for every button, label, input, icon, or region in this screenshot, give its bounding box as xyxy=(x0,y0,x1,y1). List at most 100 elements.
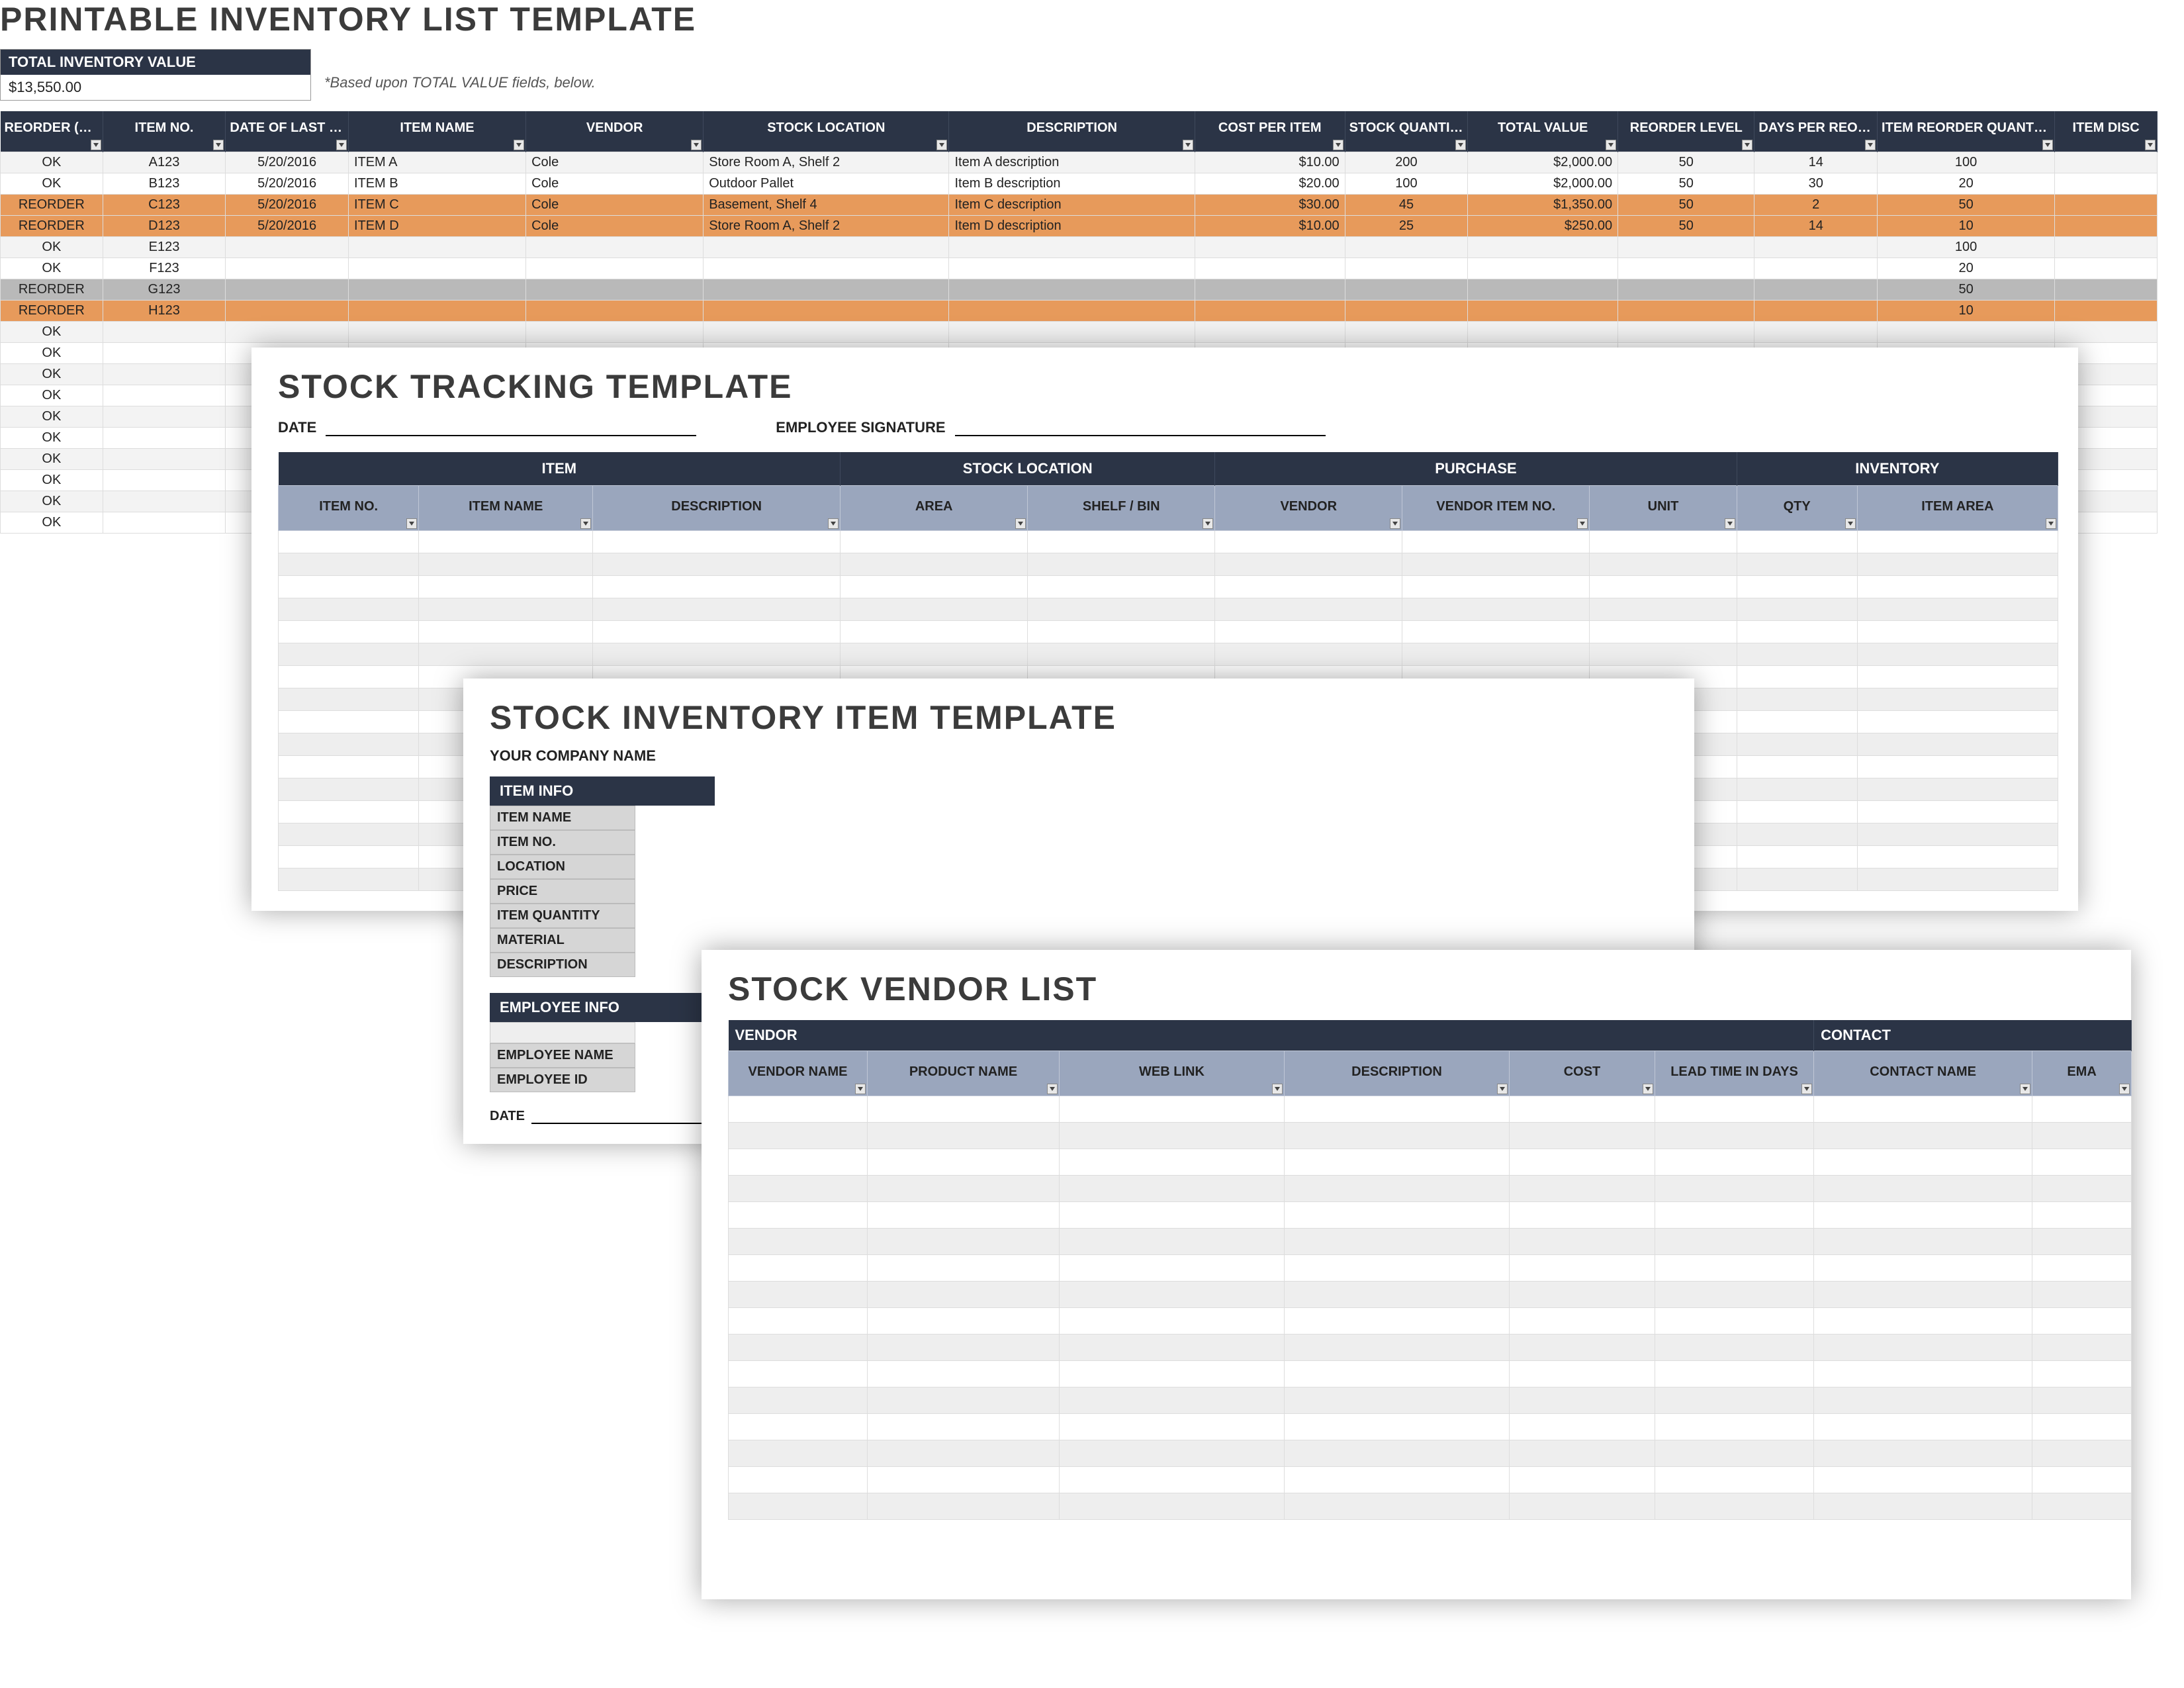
table-cell[interactable]: 50 xyxy=(1878,279,2055,301)
table-cell[interactable]: 200 xyxy=(1345,152,1468,173)
table-cell[interactable] xyxy=(868,1335,1060,1361)
table-cell[interactable] xyxy=(868,1308,1060,1335)
table-cell[interactable]: Outdoor Pallet xyxy=(704,173,949,195)
table-cell[interactable] xyxy=(1060,1096,1285,1123)
table-cell[interactable]: $2,000.00 xyxy=(1468,173,1618,195)
table-cell[interactable]: REORDER xyxy=(1,301,103,322)
table-cell[interactable] xyxy=(1060,1308,1285,1335)
filter-dropdown-icon[interactable] xyxy=(1845,518,1856,529)
table-cell[interactable] xyxy=(1468,237,1618,258)
column-header[interactable]: UNIT xyxy=(1590,486,1737,531)
table-cell[interactable] xyxy=(593,621,841,643)
table-cell[interactable] xyxy=(868,1255,1060,1282)
table-cell[interactable]: REORDER xyxy=(1,279,103,301)
table-cell[interactable] xyxy=(419,531,593,553)
table-cell[interactable] xyxy=(1814,1493,2032,1520)
table-cell[interactable] xyxy=(1285,1176,1510,1202)
table-cell[interactable] xyxy=(1590,621,1737,643)
table-cell[interactable] xyxy=(279,756,419,778)
table-cell[interactable] xyxy=(1028,553,1215,576)
table-cell[interactable] xyxy=(1590,576,1737,598)
table-cell[interactable] xyxy=(526,237,704,258)
column-header[interactable]: PRODUCT NAME xyxy=(868,1051,1060,1096)
column-header[interactable]: DESCRIPTION xyxy=(593,486,841,531)
table-cell[interactable] xyxy=(2032,1493,2132,1520)
table-cell[interactable] xyxy=(1814,1335,2032,1361)
table-cell[interactable]: Item B description xyxy=(949,173,1195,195)
table-cell[interactable]: $20.00 xyxy=(1195,173,1345,195)
table-cell[interactable] xyxy=(1737,688,1857,711)
table-cell[interactable] xyxy=(841,531,1028,553)
table-cell[interactable] xyxy=(1215,621,1402,643)
table-cell[interactable]: OK xyxy=(1,428,103,449)
table-cell[interactable] xyxy=(1028,531,1215,553)
table-cell[interactable] xyxy=(1814,1123,2032,1149)
table-cell[interactable] xyxy=(729,1467,868,1493)
table-cell[interactable]: Item A description xyxy=(949,152,1195,173)
table-cell[interactable] xyxy=(226,301,349,322)
table-cell[interactable] xyxy=(1857,576,2058,598)
table-cell[interactable] xyxy=(1618,258,1754,279)
table-cell[interactable] xyxy=(2055,216,2158,237)
table-cell[interactable] xyxy=(279,643,419,666)
table-cell[interactable]: 2 xyxy=(1754,195,1878,216)
column-header[interactable]: SHELF / BIN xyxy=(1028,486,1215,531)
table-cell[interactable] xyxy=(1060,1282,1285,1308)
table-cell[interactable] xyxy=(1857,846,2058,868)
table-cell[interactable]: Cole xyxy=(526,216,704,237)
table-cell[interactable]: OK xyxy=(1,258,103,279)
table-cell[interactable]: OK xyxy=(1,364,103,385)
filter-dropdown-icon[interactable] xyxy=(1742,140,1752,150)
table-cell[interactable] xyxy=(1028,621,1215,643)
table-cell[interactable] xyxy=(1510,1467,1655,1493)
table-cell[interactable] xyxy=(949,322,1195,343)
table-cell[interactable] xyxy=(348,258,525,279)
table-cell[interactable] xyxy=(419,553,593,576)
table-cell[interactable] xyxy=(704,258,949,279)
table-cell[interactable] xyxy=(729,1255,868,1282)
table-cell[interactable]: $10.00 xyxy=(1195,216,1345,237)
table-cell[interactable] xyxy=(841,621,1028,643)
table-cell[interactable] xyxy=(593,643,841,666)
column-header[interactable]: DESCRIPTION xyxy=(1285,1051,1510,1096)
table-cell[interactable] xyxy=(1510,1387,1655,1414)
table-cell[interactable] xyxy=(729,1282,868,1308)
table-cell[interactable]: REORDER xyxy=(1,216,103,237)
table-cell[interactable]: Store Room A, Shelf 2 xyxy=(704,216,949,237)
table-cell[interactable] xyxy=(1655,1282,1814,1308)
table-cell[interactable] xyxy=(1195,258,1345,279)
table-cell[interactable]: 20 xyxy=(1878,173,2055,195)
table-cell[interactable]: ITEM D xyxy=(348,216,525,237)
table-cell[interactable] xyxy=(1618,322,1754,343)
table-cell[interactable] xyxy=(1510,1096,1655,1123)
table-cell[interactable] xyxy=(729,1387,868,1414)
table-cell[interactable] xyxy=(103,385,226,406)
filter-dropdown-icon[interactable] xyxy=(1643,1084,1653,1094)
table-cell[interactable]: G123 xyxy=(103,279,226,301)
table-cell[interactable] xyxy=(1814,1176,2032,1202)
table-cell[interactable] xyxy=(279,688,419,711)
table-cell[interactable] xyxy=(1857,688,2058,711)
signature-input-line[interactable] xyxy=(955,419,1326,436)
table-cell[interactable]: $1,350.00 xyxy=(1468,195,1618,216)
table-cell[interactable] xyxy=(2055,258,2158,279)
table-cell[interactable] xyxy=(1285,1229,1510,1255)
table-cell[interactable] xyxy=(1857,868,2058,891)
filter-dropdown-icon[interactable] xyxy=(1865,140,1876,150)
table-cell[interactable]: $30.00 xyxy=(1195,195,1345,216)
column-header[interactable]: DATE OF LAST ORDER xyxy=(226,111,349,152)
table-cell[interactable] xyxy=(1857,711,2058,733)
table-cell[interactable] xyxy=(1655,1467,1814,1493)
table-cell[interactable] xyxy=(1468,301,1618,322)
table-cell[interactable] xyxy=(1814,1467,2032,1493)
table-cell[interactable] xyxy=(1857,756,2058,778)
table-cell[interactable] xyxy=(1655,1202,1814,1229)
column-header[interactable]: ITEM NAME xyxy=(348,111,525,152)
table-cell[interactable] xyxy=(1060,1467,1285,1493)
table-cell[interactable] xyxy=(1285,1361,1510,1387)
table-cell[interactable] xyxy=(949,258,1195,279)
table-cell[interactable] xyxy=(1737,643,1857,666)
table-cell[interactable]: 100 xyxy=(1345,173,1468,195)
table-cell[interactable] xyxy=(103,364,226,385)
table-cell[interactable] xyxy=(2032,1096,2132,1123)
